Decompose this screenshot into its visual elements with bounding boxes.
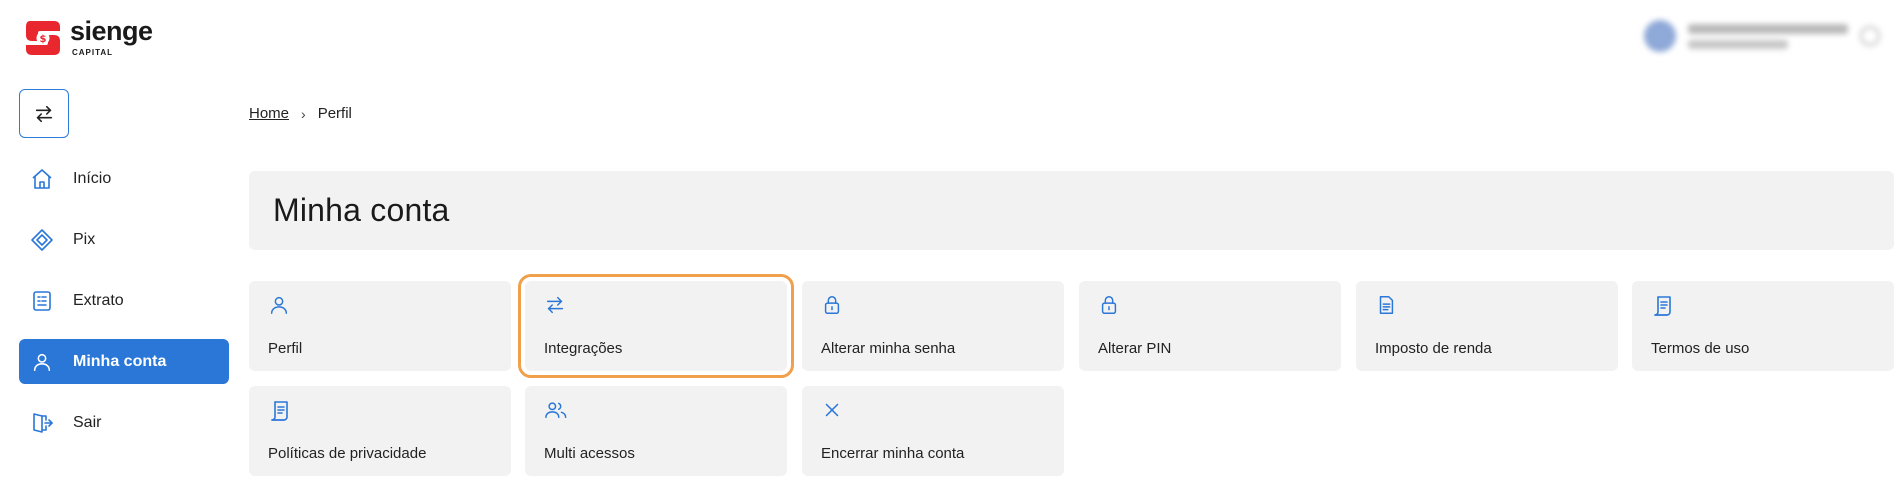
card-alterar-pin[interactable]: Alterar PIN (1079, 281, 1341, 371)
document-icon (1375, 294, 1399, 318)
sidebar-item-extrato[interactable]: Extrato (19, 278, 229, 323)
user-icon (29, 349, 55, 375)
card-label: Alterar minha senha (821, 340, 956, 357)
scroll-icon (1651, 294, 1675, 318)
brand-name: sienge (70, 16, 153, 46)
card-encerrar-conta[interactable]: Encerrar minha conta (802, 386, 1064, 476)
close-icon (821, 399, 845, 423)
breadcrumb-separator: › (301, 105, 306, 122)
card-multi-acessos[interactable]: Multi acessos (525, 386, 787, 476)
card-label: Encerrar minha conta (821, 445, 965, 462)
card-perfil[interactable]: Perfil (249, 281, 511, 371)
sidebar-nav: Início Pix Extrato Minha conta Sair (19, 156, 229, 461)
sidebar-item-label: Extrato (73, 291, 124, 309)
sidebar-item-inicio[interactable]: Início (19, 156, 229, 201)
user-info-redacted (1688, 23, 1848, 49)
sidebar-item-label: Sair (73, 413, 102, 431)
arrows-swap-icon (33, 103, 55, 125)
card-label: Multi acessos (544, 445, 635, 462)
home-icon (29, 166, 55, 192)
card-label: Termos de uso (1651, 340, 1750, 357)
breadcrumb-current: Perfil (317, 105, 352, 122)
statement-icon (29, 288, 55, 314)
brand-subtitle: CAPITAL (72, 48, 114, 57)
sidebar-item-label: Pix (73, 230, 96, 248)
switch-account-button[interactable] (19, 89, 69, 138)
pix-icon (29, 227, 55, 253)
page-header: Minha conta (249, 171, 1894, 250)
card-label: Imposto de renda (1375, 340, 1492, 357)
sidebar-item-pix[interactable]: Pix (19, 217, 229, 262)
user-icon (268, 294, 292, 318)
sidebar-item-label: Minha conta (73, 352, 167, 370)
brand-logo[interactable]: $ sienge CAPITAL (24, 18, 153, 57)
breadcrumb-home-link[interactable]: Home (249, 105, 289, 122)
card-integracoes[interactable]: Integrações (518, 274, 794, 378)
sidebar-item-sair[interactable]: Sair (19, 400, 229, 445)
card-alterar-senha[interactable]: Alterar minha senha (802, 281, 1064, 371)
users-icon (544, 399, 568, 423)
lock-icon (821, 294, 845, 318)
sidebar-item-label: Início (73, 169, 112, 187)
user-menu[interactable] (1644, 20, 1880, 52)
logout-icon (29, 410, 55, 436)
card-imposto-renda[interactable]: Imposto de renda (1356, 281, 1618, 371)
card-label: Alterar PIN (1098, 340, 1172, 357)
breadcrumb: Home › Perfil (249, 105, 352, 122)
card-label: Políticas de privacidade (268, 445, 427, 462)
lock-icon (1098, 294, 1122, 318)
card-label: Perfil (268, 340, 303, 357)
svg-text:$: $ (40, 34, 47, 45)
user-menu-icon[interactable] (1860, 26, 1880, 46)
sienge-logo-icon: $ (24, 19, 62, 57)
avatar (1644, 20, 1676, 52)
card-politicas-privacidade[interactable]: Políticas de privacidade (249, 386, 511, 476)
card-label: Integrações (544, 340, 623, 357)
arrows-swap-icon (544, 294, 568, 318)
page-title: Minha conta (273, 192, 450, 228)
scroll-icon (268, 399, 292, 423)
card-termos-uso[interactable]: Termos de uso (1632, 281, 1894, 371)
sidebar-item-minha-conta[interactable]: Minha conta (19, 339, 229, 384)
